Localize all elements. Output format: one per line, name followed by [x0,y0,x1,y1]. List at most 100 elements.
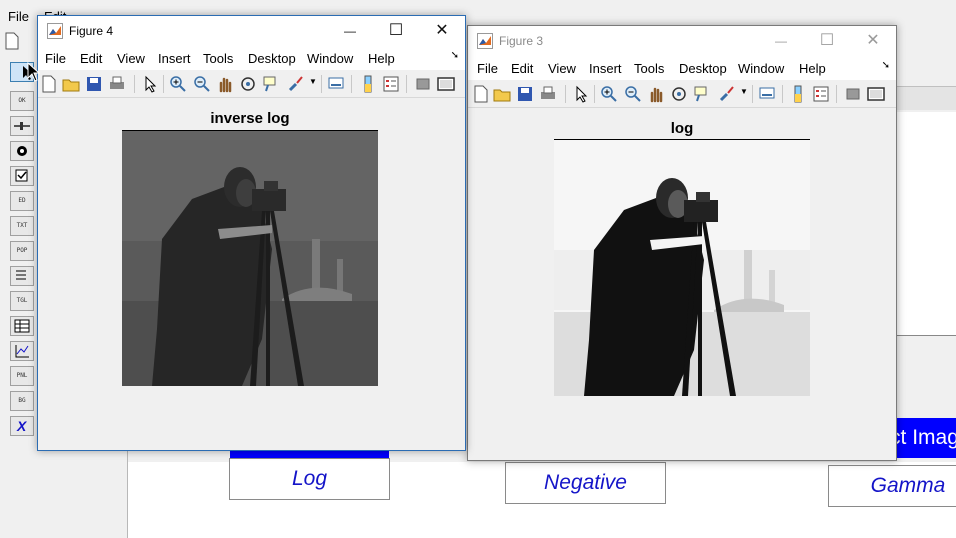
menu-edit[interactable]: Edit [511,61,533,76]
palette-popup-menu[interactable]: POP [10,241,34,261]
menu-desktop[interactable]: Desktop [248,51,296,66]
figure3-axes-title: log [670,120,694,137]
palette-static-text[interactable]: TXT [10,216,34,236]
svg-text:X: X [16,418,28,434]
link-plot-icon[interactable] [327,75,345,93]
brush-dropdown-icon[interactable]: ▼ [740,87,748,96]
gamma-button[interactable]: Gamma [828,465,956,507]
menu-window[interactable]: Window [307,51,353,66]
colorbar-icon[interactable] [359,75,377,93]
minimize-icon: — [344,24,356,38]
zoom-out-icon[interactable] [193,75,211,93]
close-icon: ✕ [866,32,880,49]
figure3-window[interactable]: Figure 3 — ☐ ✕ File Edit View Insert Too… [467,25,897,461]
palette-button-group[interactable]: BG [10,391,34,411]
guide-menu-file[interactable]: File [8,9,29,24]
menu-edit[interactable]: Edit [80,51,102,66]
zoom-in-icon[interactable] [600,85,618,103]
data-cursor-icon[interactable] [693,85,711,103]
menu-view[interactable]: View [117,51,145,66]
menu-tools[interactable]: Tools [634,61,664,76]
palette-radio-button[interactable] [10,141,34,161]
figure4-toolbar: ▼ [38,70,465,98]
print-icon[interactable] [108,75,126,93]
minimize-button[interactable]: — [758,26,804,56]
figure4-axes-title: inverse log [210,110,290,127]
menu-tools[interactable]: Tools [203,51,233,66]
palette-activex[interactable]: X [10,416,34,436]
show-plot-tools-icon[interactable] [867,85,885,103]
palette-checkbox[interactable] [10,166,34,186]
menu-file[interactable]: File [45,51,66,66]
legend-icon[interactable] [382,75,400,93]
menu-insert[interactable]: Insert [158,51,191,66]
new-figure-icon[interactable] [472,85,490,103]
mouse-cursor-icon [27,62,41,82]
legend-icon[interactable] [812,85,830,103]
palette-slider[interactable] [10,116,34,136]
palette-push-button[interactable]: OK [10,91,34,111]
figure3-toolbar: ▼ [468,80,896,108]
menu-file[interactable]: File [477,61,498,76]
figure3-titlebar[interactable]: Figure 3 — ☐ ✕ [468,26,896,56]
maximize-button[interactable]: ☐ [373,16,419,46]
dock-arrow-icon[interactable]: ➘ [451,50,459,61]
data-cursor-icon[interactable] [262,75,280,93]
menu-view[interactable]: View [548,61,576,76]
guide-right-toolbar [896,86,956,110]
close-button[interactable]: ✕ [419,16,465,46]
palette-panel[interactable]: PNL [10,366,34,386]
new-figure-icon[interactable] [40,75,58,93]
open-file-icon[interactable] [62,75,80,93]
brush-icon[interactable] [287,75,305,93]
pan-hand-icon[interactable] [216,75,234,93]
link-plot-icon[interactable] [758,85,776,103]
matlab-figure-icon [47,23,63,39]
guide-right-panel [896,112,956,336]
zoom-out-icon[interactable] [624,85,642,103]
palette-table[interactable] [10,316,34,336]
figure3-title: Figure 3 [499,34,544,48]
dock-arrow-icon[interactable]: ➘ [882,60,890,71]
hide-plot-tools-icon[interactable] [414,75,432,93]
edit-plot-arrow-icon[interactable] [140,75,158,93]
figure4-title: Figure 4 [69,24,114,38]
minimize-icon: — [775,34,787,48]
menu-help[interactable]: Help [368,51,395,66]
figure3-image-log [554,140,810,396]
selected-component-highlight [230,450,389,458]
menu-insert[interactable]: Insert [589,61,622,76]
colorbar-icon[interactable] [789,85,807,103]
new-file-icon[interactable] [4,32,20,50]
palette-edit-text[interactable]: ED [10,191,34,211]
figure4-image-inverse-log [122,131,378,386]
minimize-button[interactable]: — [327,16,373,46]
close-button[interactable]: ✕ [850,26,896,56]
open-file-icon[interactable] [493,85,511,103]
negative-button[interactable]: Negative [505,462,666,504]
menu-window[interactable]: Window [738,61,784,76]
rotate-3d-icon[interactable] [670,85,688,103]
save-icon[interactable] [516,85,534,103]
palette-listbox[interactable] [10,266,34,286]
brush-icon[interactable] [718,85,736,103]
rotate-3d-icon[interactable] [239,75,257,93]
pan-hand-icon[interactable] [647,85,665,103]
figure3-menubar: File Edit View Insert Tools Desktop Wind… [468,56,896,80]
show-plot-tools-icon[interactable] [437,75,455,93]
edit-plot-arrow-icon[interactable] [571,85,589,103]
save-icon[interactable] [85,75,103,93]
maximize-button[interactable]: ☐ [804,26,850,56]
log-button[interactable]: Log [229,458,390,500]
hide-plot-tools-icon[interactable] [844,85,862,103]
brush-dropdown-icon[interactable]: ▼ [309,77,317,86]
figure4-menubar: File Edit View Insert Tools Desktop Wind… [38,46,465,70]
print-icon[interactable] [539,85,557,103]
zoom-in-icon[interactable] [169,75,187,93]
menu-help[interactable]: Help [799,61,826,76]
palette-toggle-button[interactable]: TGL [10,291,34,311]
palette-axes[interactable] [10,341,34,361]
menu-desktop[interactable]: Desktop [679,61,727,76]
figure4-window[interactable]: Figure 4 — ☐ ✕ File Edit View Insert Too… [37,15,466,451]
figure4-titlebar[interactable]: Figure 4 — ☐ ✕ [38,16,465,46]
